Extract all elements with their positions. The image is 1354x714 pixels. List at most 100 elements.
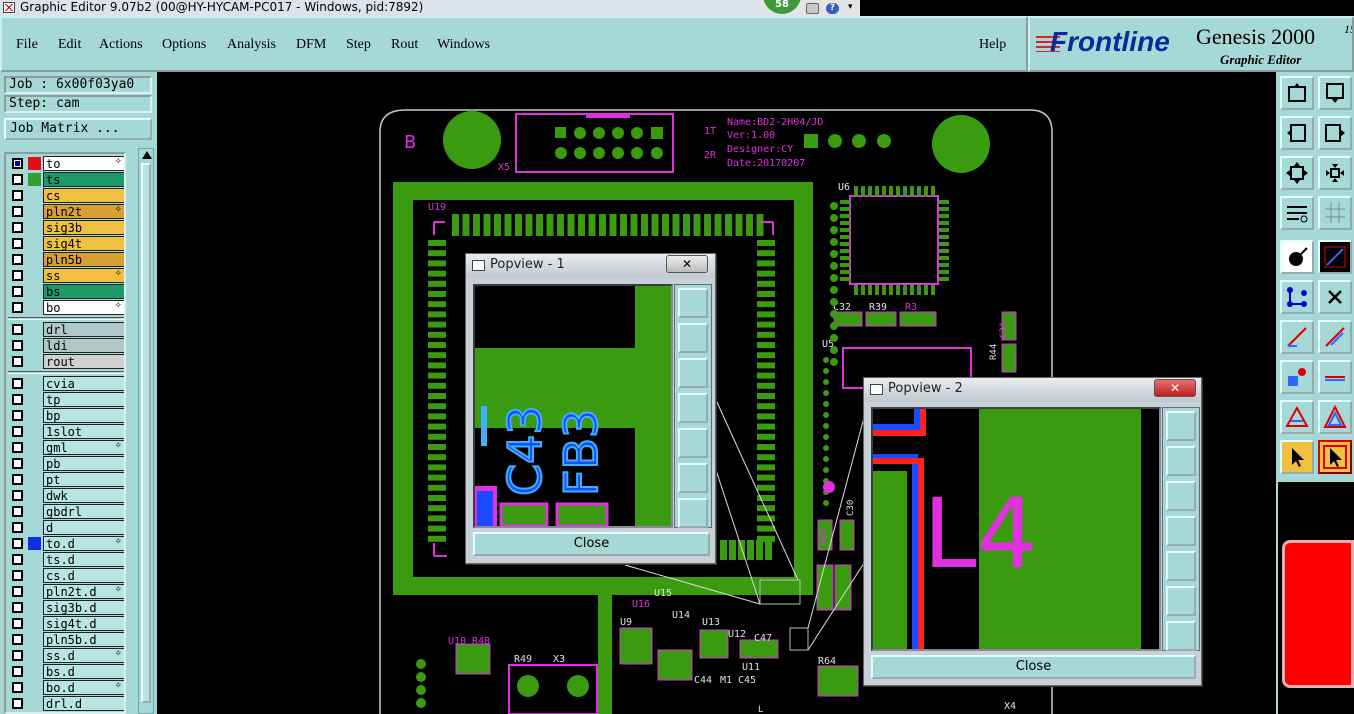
popview-1-tool-fit[interactable] bbox=[678, 288, 708, 318]
zoom-in-button[interactable] bbox=[1280, 156, 1314, 190]
menu-dfm[interactable]: DFM bbox=[296, 37, 326, 53]
layer-row[interactable]: ss ✧ bbox=[8, 268, 124, 283]
layer-checkbox[interactable] bbox=[12, 506, 23, 517]
draw-hline-button[interactable] bbox=[1318, 360, 1352, 394]
menu-options[interactable]: Options bbox=[162, 37, 206, 53]
layer-name[interactable]: sig3b bbox=[43, 220, 124, 235]
popview-1-tool-left[interactable] bbox=[678, 393, 708, 423]
layer-row[interactable]: cs bbox=[8, 188, 124, 203]
layer-name[interactable]: cs bbox=[43, 188, 124, 203]
layer-name[interactable]: d bbox=[43, 520, 124, 535]
pointer-select-button[interactable] bbox=[1318, 440, 1352, 474]
popview-2-tool-zoomout[interactable] bbox=[1166, 621, 1196, 651]
layer-row[interactable]: bs.d bbox=[8, 664, 124, 679]
layer-checkbox[interactable] bbox=[12, 602, 23, 613]
layer-row[interactable]: ldi bbox=[8, 338, 124, 353]
layer-name[interactable]: 1slot bbox=[43, 424, 124, 439]
help-icon[interactable]: ? bbox=[826, 3, 839, 14]
layer-name[interactable]: drl.d bbox=[43, 696, 124, 711]
layer-row[interactable]: dwk bbox=[8, 488, 124, 503]
layer-checkbox[interactable] bbox=[12, 222, 23, 233]
layer-checkbox[interactable] bbox=[12, 682, 23, 693]
popview-2-tool-fit[interactable] bbox=[1166, 411, 1196, 441]
add-pad-button[interactable] bbox=[1280, 360, 1314, 394]
layer-row[interactable]: pln5b bbox=[8, 252, 124, 267]
layer-checkbox[interactable] bbox=[12, 394, 23, 405]
layer-name[interactable]: dwk bbox=[43, 488, 124, 503]
select-line-button[interactable] bbox=[1318, 240, 1352, 274]
measure-button[interactable] bbox=[1280, 196, 1314, 230]
layer-checkbox[interactable] bbox=[12, 174, 23, 185]
popview-2-tool-left[interactable] bbox=[1166, 516, 1196, 546]
layer-row[interactable]: bs bbox=[8, 284, 124, 299]
pan-right-button[interactable] bbox=[1318, 116, 1352, 150]
layer-name[interactable]: sig3b.d bbox=[43, 600, 124, 615]
layer-row[interactable]: drl.d bbox=[8, 696, 124, 711]
draw-line-button[interactable] bbox=[1280, 320, 1314, 354]
menu-analysis[interactable]: Analysis bbox=[227, 37, 276, 53]
popview-1-tool-zoomout[interactable] bbox=[678, 498, 708, 528]
popview-1-tool-down[interactable] bbox=[678, 358, 708, 388]
layer-checkbox[interactable] bbox=[12, 618, 23, 629]
layer-name[interactable]: gbdrl bbox=[43, 504, 124, 519]
layer-row[interactable]: pln2t ✧ bbox=[8, 204, 124, 219]
layer-row[interactable]: gml ✧ bbox=[8, 440, 124, 455]
popview-2-view[interactable]: L4 bbox=[871, 407, 1161, 651]
layer-name[interactable]: sig4t.d bbox=[43, 616, 124, 631]
menu-rout[interactable]: Rout bbox=[391, 37, 418, 53]
layer-name[interactable]: cvia bbox=[43, 376, 124, 391]
menu-step[interactable]: Step bbox=[346, 37, 371, 53]
popview-2-tool-zoomin[interactable] bbox=[1166, 586, 1196, 616]
layer-row[interactable]: cvia bbox=[8, 376, 124, 391]
layer-row[interactable]: pb bbox=[8, 456, 124, 471]
layer-row[interactable]: pln5b.d bbox=[8, 632, 124, 647]
layer-checkbox[interactable] bbox=[12, 302, 23, 313]
layer-checkbox[interactable] bbox=[12, 340, 23, 351]
menu-edit[interactable]: Edit bbox=[58, 37, 81, 53]
layer-checkbox[interactable] bbox=[12, 378, 23, 389]
pan-down-button[interactable] bbox=[1318, 76, 1352, 110]
layer-row[interactable]: ss.d ✧ bbox=[8, 648, 124, 663]
layer-row[interactable]: cs.d bbox=[8, 568, 124, 583]
menu-file[interactable]: File bbox=[16, 37, 38, 53]
popview-1-view[interactable]: C43 FB3 bbox=[473, 284, 673, 528]
popview-2-tool-up[interactable] bbox=[1166, 446, 1196, 476]
layer-checkbox[interactable] bbox=[12, 324, 23, 335]
layer-row[interactable]: ts bbox=[8, 172, 124, 187]
pointer-button[interactable] bbox=[1280, 440, 1314, 474]
popview-1-close-x[interactable]: ✕ bbox=[666, 255, 708, 273]
layer-row[interactable]: rout bbox=[8, 354, 124, 369]
layer-checkbox[interactable] bbox=[12, 410, 23, 421]
menu-actions[interactable]: Actions bbox=[99, 37, 143, 53]
layer-row[interactable]: bp bbox=[8, 408, 124, 423]
layer-checkbox[interactable] bbox=[12, 570, 23, 581]
popview-2-close-x[interactable]: ✕ bbox=[1154, 379, 1196, 397]
layer-checkbox[interactable] bbox=[12, 634, 23, 645]
zoom-out-button[interactable] bbox=[1318, 156, 1352, 190]
layer-row[interactable]: to.d ✧ bbox=[8, 536, 124, 551]
draw-arc-button[interactable] bbox=[1318, 400, 1352, 434]
popview-2-tool-down[interactable] bbox=[1166, 481, 1196, 511]
layer-row[interactable]: pln2t.d ✧ bbox=[8, 584, 124, 599]
popview-1-tool-up[interactable] bbox=[678, 323, 708, 353]
layer-row[interactable]: sig3b.d bbox=[8, 600, 124, 615]
layer-checkbox[interactable] bbox=[12, 698, 23, 709]
layer-checkbox[interactable] bbox=[12, 238, 23, 249]
layer-checkbox[interactable] bbox=[12, 458, 23, 469]
layer-name[interactable]: pt bbox=[43, 472, 124, 487]
layer-row[interactable]: tp bbox=[8, 392, 124, 407]
layer-row[interactable]: bo.d ✧ bbox=[8, 680, 124, 695]
layer-row[interactable]: 1slot bbox=[8, 424, 124, 439]
select-pad-button[interactable] bbox=[1280, 240, 1314, 274]
grid-button[interactable] bbox=[1318, 196, 1352, 230]
layer-checkbox[interactable] bbox=[12, 586, 23, 597]
layer-name[interactable]: drl bbox=[43, 322, 124, 337]
keyboard-icon[interactable] bbox=[806, 3, 819, 14]
layer-row[interactable]: sig4t.d bbox=[8, 616, 124, 631]
net-button[interactable] bbox=[1280, 280, 1314, 314]
layer-scrollbar[interactable] bbox=[138, 148, 154, 714]
layer-row[interactable]: to ✧ bbox=[8, 156, 124, 171]
layer-checkbox[interactable] bbox=[12, 206, 23, 217]
layer-checkbox[interactable] bbox=[12, 554, 23, 565]
layer-row[interactable]: drl bbox=[8, 322, 124, 337]
